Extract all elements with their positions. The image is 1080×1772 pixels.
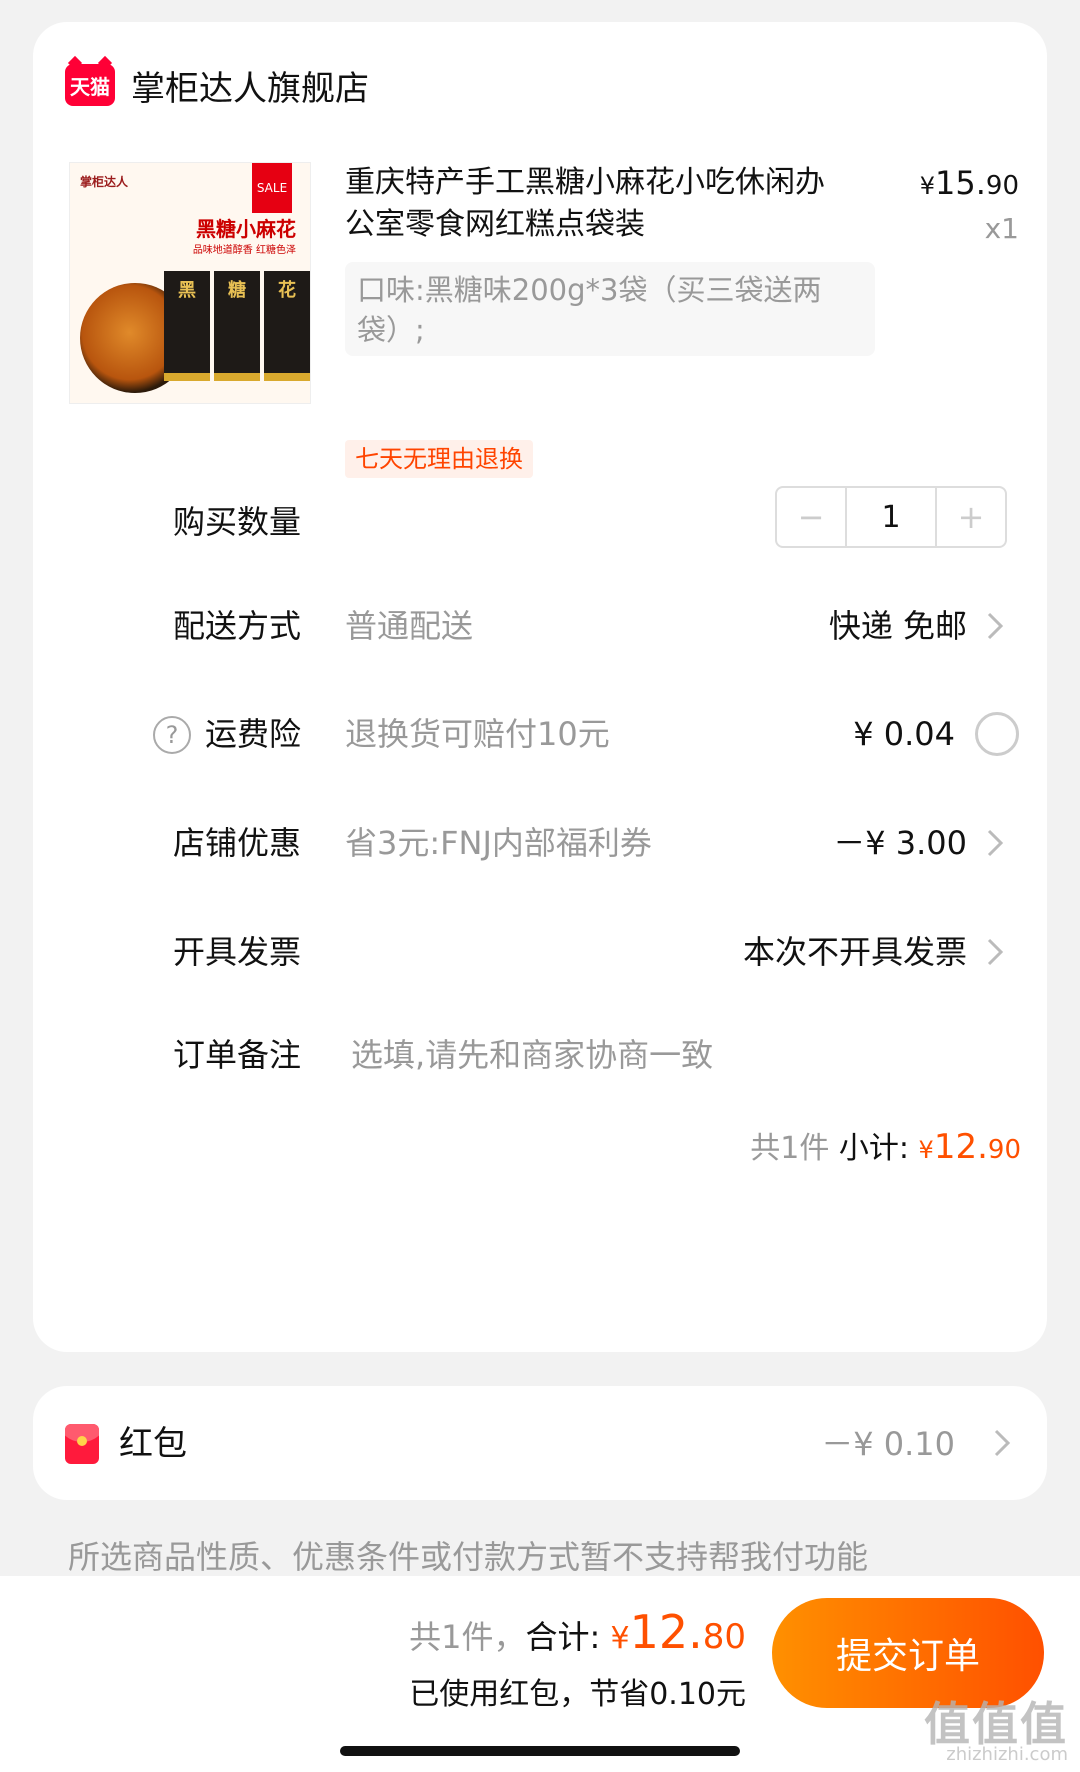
- order-card: 天猫 掌柜达人旗舰店 掌柜达人 SALE 黑糖小麻花 品味地道醇香 红糖色泽 黑…: [33, 22, 1047, 1352]
- checkout-bar: 共1件，合计: ¥12.80 已使用红包，节省0.10元 提交订单 值值值 zh…: [0, 1576, 1080, 1772]
- product-bag: 黑: [164, 271, 210, 381]
- red-packet-icon: [65, 1424, 99, 1464]
- brand-logo: 掌柜达人: [80, 175, 129, 189]
- discount-value: －¥ 3.00: [833, 824, 967, 862]
- total-count: 共1件，: [409, 1618, 526, 1656]
- price-integer: 15.: [935, 164, 986, 202]
- insurance-radio[interactable]: [975, 712, 1019, 756]
- chevron-right-icon: [993, 1428, 1011, 1462]
- help-icon[interactable]: ?: [153, 716, 191, 754]
- store-name[interactable]: 掌柜达人旗舰店: [131, 61, 369, 110]
- invoice-value: 本次不开具发票: [742, 933, 967, 971]
- delivery-method: 普通配送: [345, 607, 474, 645]
- tmall-logo-icon: 天猫: [65, 64, 115, 106]
- subtotal-decimal: 90: [987, 1135, 1021, 1165]
- order-total: 共1件，合计: ¥12.80: [409, 1604, 746, 1667]
- subtotal-currency: ¥: [918, 1136, 934, 1164]
- quantity-label: 购买数量: [173, 503, 302, 541]
- subtotal-label: 小计:: [838, 1131, 909, 1166]
- store-header[interactable]: 天猫 掌柜达人旗舰店: [65, 64, 369, 109]
- red-packet-label: 红包: [119, 1424, 187, 1464]
- product-bag: 糖: [214, 271, 260, 381]
- thumbnail-title: 黑糖小麻花: [196, 217, 296, 241]
- chevron-right-icon: [979, 936, 1011, 968]
- total-decimal: 80: [702, 1617, 746, 1657]
- discount-label: 店铺优惠: [173, 824, 302, 862]
- price-currency: ¥: [919, 172, 936, 200]
- subtotal-count: 共1件: [750, 1131, 830, 1166]
- tmall-badge-text: 天猫: [70, 74, 110, 99]
- sale-badge: SALE: [252, 163, 292, 213]
- chevron-right-icon: [979, 827, 1011, 859]
- chevron-right-icon: [979, 610, 1011, 642]
- delivery-value: 快递 免邮: [828, 607, 967, 645]
- insurance-desc: 退换货可赔付10元: [345, 715, 610, 753]
- decrement-button[interactable]: −: [777, 488, 845, 546]
- invoice-row[interactable]: 开具发票 本次不开具发票: [33, 922, 1047, 982]
- price-decimal: 90: [985, 171, 1019, 201]
- shipping-insurance-row: ? 运费险 退换货可赔付10元 ¥ 0.04: [33, 704, 1047, 764]
- product-quantity: x1: [984, 212, 1019, 245]
- product-thumbnail[interactable]: 掌柜达人 SALE 黑糖小麻花 品味地道醇香 红糖色泽 黑 糖 花: [69, 162, 311, 404]
- increment-button[interactable]: +: [937, 488, 1005, 546]
- watermark-url: zhizhizhi.com: [946, 1744, 1068, 1765]
- thumbnail-subtitle: 品味地道醇香 红糖色泽: [192, 245, 296, 256]
- discount-desc: 省3元:FNJ内部福利券: [345, 824, 652, 862]
- red-packet-value: －¥ 0.10: [821, 1425, 955, 1463]
- home-indicator[interactable]: [340, 1746, 740, 1756]
- product-price: ¥15.90: [920, 164, 1019, 202]
- product-title[interactable]: 重庆特产手工黑糖小麻花小吃休闲办公室零食网红糕点袋装: [345, 162, 825, 246]
- insurance-price: ¥ 0.04: [853, 715, 955, 753]
- delivery-row[interactable]: 配送方式 普通配送 快递 免邮: [33, 596, 1047, 656]
- subtotal-integer: 12.: [933, 1127, 988, 1167]
- subtotal: 共1件 小计: ¥12.90: [750, 1122, 1021, 1172]
- insurance-label: 运费险: [205, 715, 302, 753]
- product-variant[interactable]: 口味:黑糖味200g*3袋（买三袋送两袋）;: [345, 262, 875, 356]
- quantity-row: 购买数量 − 1 +: [33, 486, 1047, 552]
- quantity-stepper: − 1 +: [775, 486, 1007, 548]
- invoice-label: 开具发票: [173, 933, 302, 971]
- total-integer: 12.: [629, 1605, 703, 1659]
- return-policy-tag: 七天无理由退换: [345, 440, 533, 478]
- order-remark-row: 订单备注 选填,请先和商家协商一致: [33, 1025, 1047, 1085]
- remark-label: 订单备注: [173, 1036, 302, 1074]
- product-bag: 花: [264, 271, 310, 381]
- total-label: 合计:: [525, 1618, 601, 1656]
- remark-input[interactable]: 选填,请先和商家协商一致: [351, 1025, 713, 1085]
- store-discount-row[interactable]: 店铺优惠 省3元:FNJ内部福利券 －¥ 3.00: [33, 813, 1047, 873]
- quantity-value[interactable]: 1: [845, 488, 937, 546]
- delivery-label: 配送方式: [173, 607, 302, 645]
- total-currency: ¥: [610, 1621, 630, 1656]
- red-packet-card[interactable]: 红包 －¥ 0.10: [33, 1386, 1047, 1500]
- savings-text: 已使用红包，节省0.10元: [409, 1677, 746, 1712]
